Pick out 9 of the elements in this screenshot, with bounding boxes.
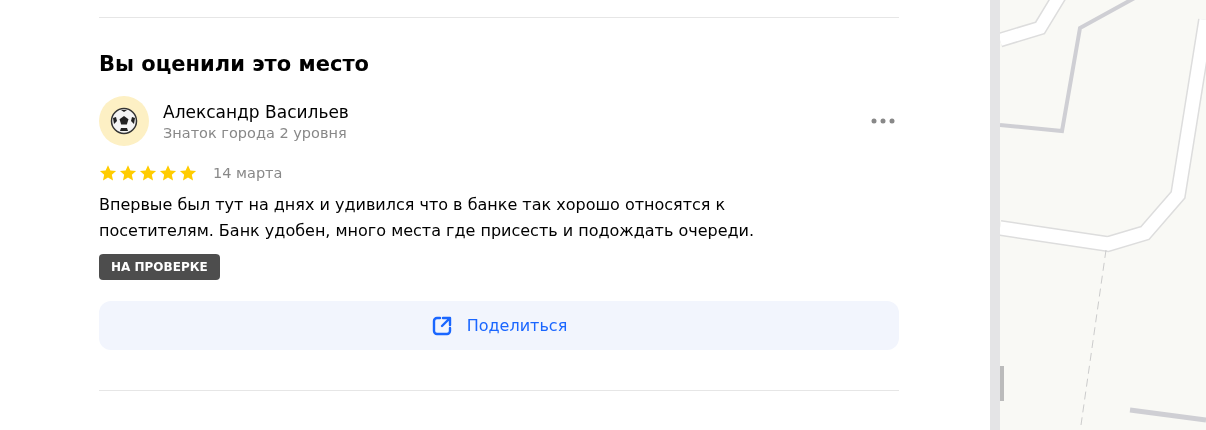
share-button[interactable]: Поделиться (99, 301, 899, 350)
share-icon (430, 314, 453, 337)
review-text: Впервые был тут на днях и удивился что в банке так хорошо относятся к посетителям. Банк удобен, много места где присесть и подождать очереди. (99, 194, 756, 242)
status-badge: НА ПРОВЕРКЕ (99, 254, 220, 280)
author-name[interactable]: Александр Васильев (163, 101, 853, 122)
author-status: Знаток города 2 уровня (163, 124, 348, 141)
section-title: Вы оценили это место (99, 51, 369, 78)
review-date: 14 марта (213, 165, 283, 181)
soccer-ball-icon (110, 107, 138, 135)
